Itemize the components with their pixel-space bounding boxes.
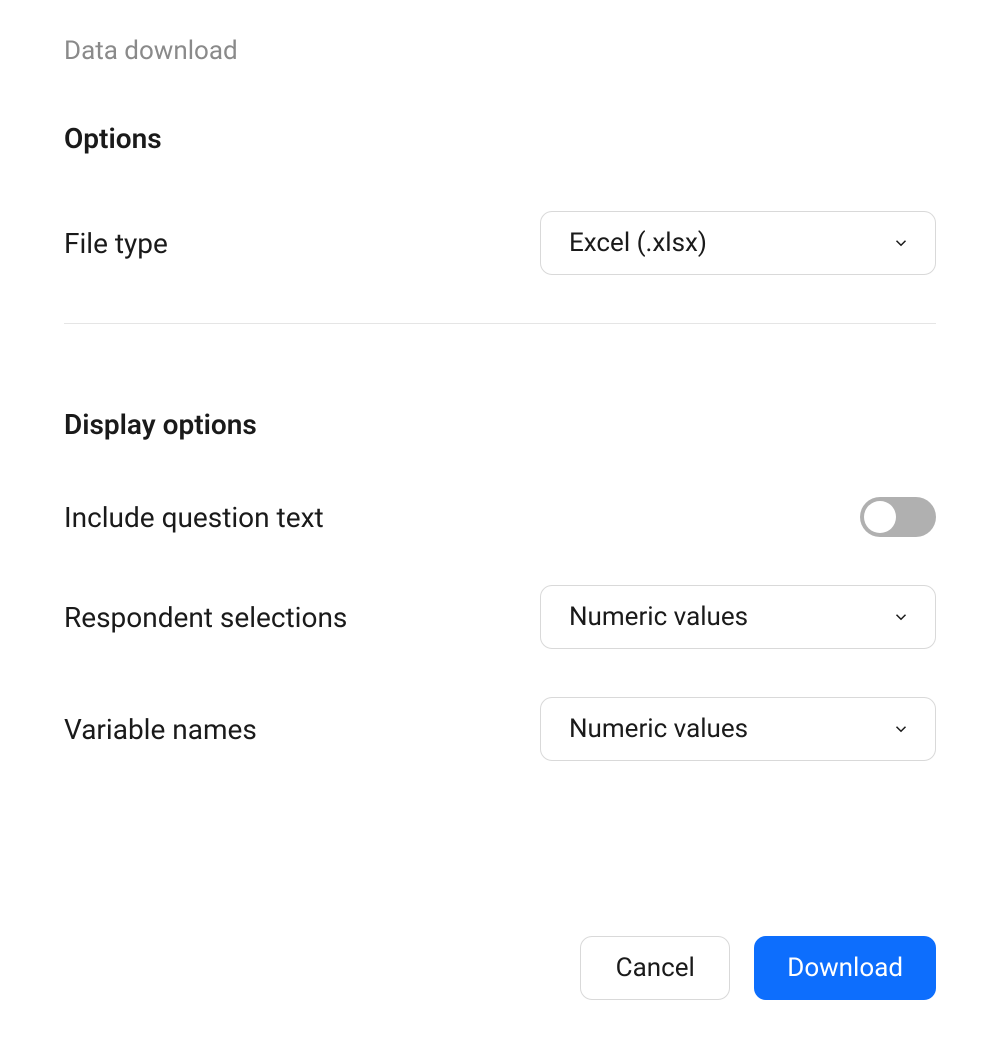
display-options-section-title: Display options (64, 408, 936, 441)
variable-names-row: Variable names Numeric values (64, 697, 936, 761)
respondent-selections-row: Respondent selections Numeric values (64, 585, 936, 649)
footer-actions: Cancel Download (580, 936, 936, 1000)
file-type-select[interactable]: Excel (.xlsx) (540, 211, 936, 275)
chevron-down-icon (891, 607, 911, 627)
respondent-selections-value: Numeric values (569, 602, 748, 632)
toggle-knob (864, 501, 896, 533)
file-type-value: Excel (.xlsx) (569, 228, 707, 258)
respondent-selections-label: Respondent selections (64, 601, 347, 634)
cancel-button[interactable]: Cancel (580, 936, 730, 1000)
include-question-text-toggle[interactable] (860, 497, 936, 537)
respondent-selections-select[interactable]: Numeric values (540, 585, 936, 649)
file-type-label: File type (64, 227, 168, 260)
download-button[interactable]: Download (754, 936, 936, 1000)
breadcrumb: Data download (64, 36, 936, 66)
variable-names-value: Numeric values (569, 714, 748, 744)
chevron-down-icon (891, 719, 911, 739)
file-type-row: File type Excel (.xlsx) (64, 211, 936, 275)
include-question-text-row: Include question text (64, 497, 936, 537)
variable-names-select[interactable]: Numeric values (540, 697, 936, 761)
chevron-down-icon (891, 233, 911, 253)
data-download-panel: Data download Options File type Excel (.… (0, 0, 1000, 1040)
variable-names-label: Variable names (64, 713, 257, 746)
divider (64, 323, 936, 324)
options-section-title: Options (64, 122, 936, 155)
include-question-text-label: Include question text (64, 501, 324, 534)
